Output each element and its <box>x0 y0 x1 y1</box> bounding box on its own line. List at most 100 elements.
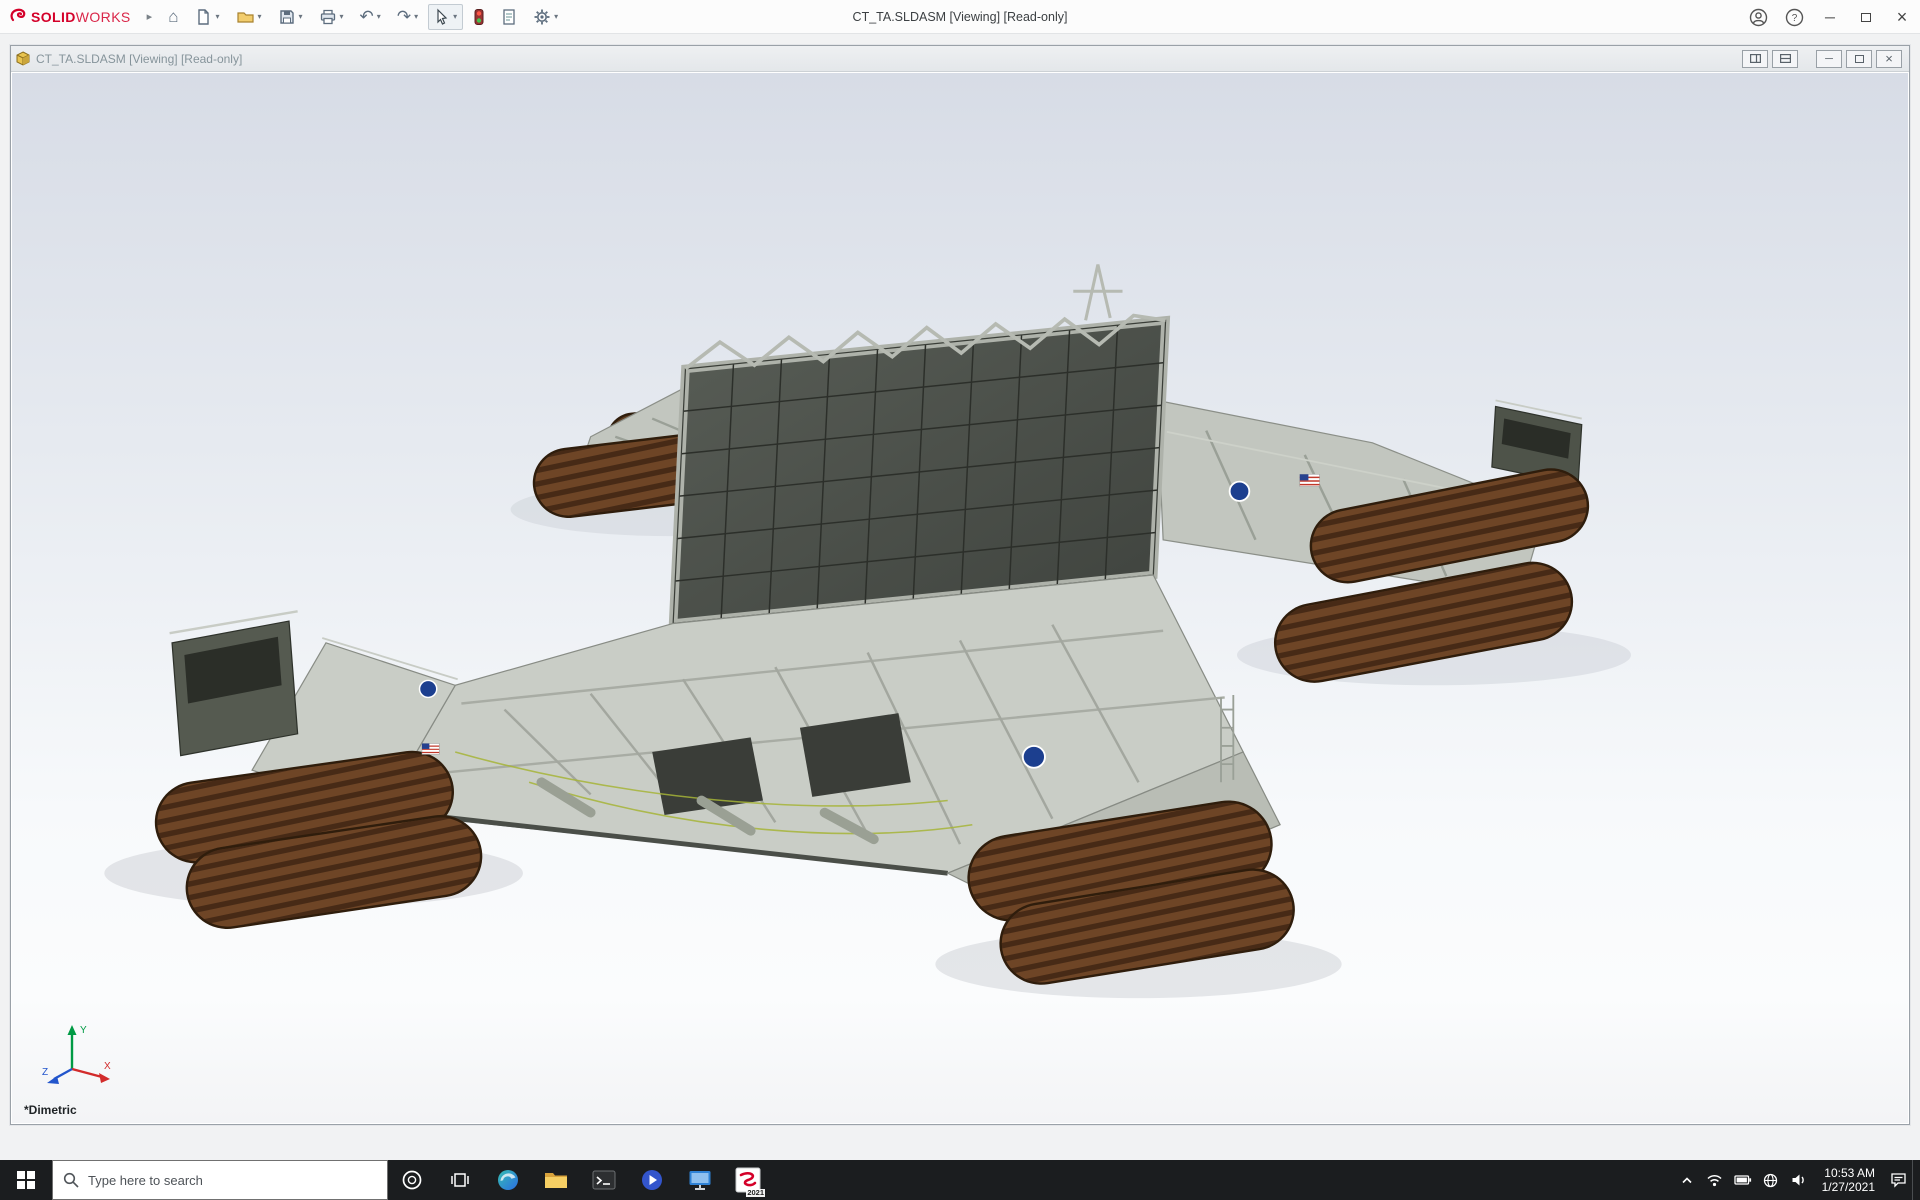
document-titlebar[interactable]: CT_TA.SLDASM [Viewing] [Read-only] ─ × <box>11 46 1909 72</box>
minimize-button[interactable]: ─ <box>1812 0 1848 34</box>
redo-caret[interactable]: ▾ <box>414 12 418 21</box>
volume-button[interactable] <box>1785 1160 1813 1200</box>
battery-icon <box>1734 1174 1752 1186</box>
doc-close-button[interactable]: × <box>1876 50 1902 68</box>
user-account-icon <box>1749 8 1768 27</box>
clock-time: 10:53 AM <box>1824 1166 1875 1180</box>
model-front-middle-tracks <box>1012 844 1253 943</box>
maximize-button[interactable] <box>1848 0 1884 34</box>
chevron-up-icon <box>1680 1174 1694 1186</box>
brand-name: SOLIDWORKS <box>31 9 131 25</box>
minimize-icon: ─ <box>1825 9 1835 25</box>
new-document-button[interactable]: ▾ <box>188 4 225 30</box>
svg-text:?: ? <box>1791 13 1797 24</box>
doc-restore-button[interactable] <box>1846 50 1872 68</box>
brand-bold: SOLID <box>31 9 76 25</box>
select-tool-caret[interactable]: ▾ <box>453 12 457 21</box>
monitor-app-button[interactable] <box>676 1160 724 1200</box>
home-icon: ⌂ <box>168 8 178 25</box>
file-explorer-button[interactable] <box>532 1160 580 1200</box>
language-button[interactable] <box>1757 1160 1785 1200</box>
help-icon: ? <box>1785 8 1804 27</box>
edge-button[interactable] <box>484 1160 532 1200</box>
terminal-button[interactable] <box>580 1160 628 1200</box>
app-titlebar: SOLIDWORKS ▸ ⌂ ▾ ▾ ▾ ▾ ↶ ▾ ↷ ▾ <box>0 0 1920 34</box>
model-front-left-tracks <box>197 792 441 888</box>
solidworks-version-badge: 2021 <box>746 1189 765 1197</box>
help-button[interactable]: ? <box>1776 0 1812 34</box>
action-center-button[interactable] <box>1884 1160 1912 1200</box>
rebuild-stoplight-icon <box>473 8 485 26</box>
assembly-cube-icon <box>15 51 31 67</box>
print-icon <box>319 8 337 26</box>
search-input[interactable] <box>88 1173 348 1188</box>
cortana-button[interactable] <box>388 1160 436 1200</box>
rebuild-button[interactable] <box>467 4 491 30</box>
document-window: CT_TA.SLDASM [Viewing] [Read-only] ─ × <box>10 45 1910 1125</box>
save-icon <box>278 8 296 26</box>
orientation-triad: Y X Z <box>40 1017 118 1089</box>
preview-pane-icon <box>1750 54 1761 63</box>
close-button[interactable]: × <box>1884 0 1920 34</box>
print-button[interactable]: ▾ <box>313 4 350 30</box>
details-pane-icon <box>1780 54 1791 63</box>
windows-logo-icon <box>17 1171 35 1189</box>
taskbar-search[interactable] <box>52 1160 388 1200</box>
solidworks-logo: SOLIDWORKS <box>0 8 139 25</box>
media-app-button[interactable] <box>628 1160 676 1200</box>
doc-minimize-icon: ─ <box>1825 53 1833 65</box>
hidden-icons-button[interactable] <box>1673 1160 1701 1200</box>
triad-z-label: Z <box>42 1067 48 1078</box>
triad-x-label: X <box>104 1061 111 1072</box>
show-desktop-button[interactable] <box>1912 1160 1920 1200</box>
details-pane-button[interactable] <box>1772 50 1798 68</box>
task-view-icon <box>450 1171 470 1189</box>
undo-button[interactable]: ↶ ▾ <box>354 4 387 30</box>
battery-button[interactable] <box>1729 1160 1757 1200</box>
file-properties-button[interactable] <box>495 4 523 30</box>
open-caret[interactable]: ▾ <box>258 12 262 21</box>
network-button[interactable] <box>1701 1160 1729 1200</box>
new-document-caret[interactable]: ▾ <box>215 12 219 21</box>
start-button[interactable] <box>0 1160 52 1200</box>
action-center-icon <box>1890 1172 1907 1188</box>
select-cursor-icon <box>434 8 450 26</box>
media-app-icon <box>640 1168 664 1192</box>
taskbar-clock[interactable]: 10:53 AM 1/27/2021 <box>1813 1160 1884 1200</box>
file-properties-icon <box>501 8 517 26</box>
maximize-icon <box>1861 13 1871 22</box>
doc-restore-icon <box>1855 55 1864 63</box>
triad-y-label: Y <box>80 1025 87 1036</box>
redo-icon: ↷ <box>397 8 411 25</box>
save-button[interactable]: ▾ <box>272 4 309 30</box>
preview-pane-button[interactable] <box>1742 50 1768 68</box>
task-view-button[interactable] <box>436 1160 484 1200</box>
options-button[interactable]: ▾ <box>527 4 564 30</box>
undo-caret[interactable]: ▾ <box>377 12 381 21</box>
select-tool-button[interactable]: ▾ <box>428 4 463 30</box>
doc-minimize-button[interactable]: ─ <box>1816 50 1842 68</box>
undo-icon: ↶ <box>360 8 374 25</box>
doc-close-icon: × <box>1885 51 1893 66</box>
open-folder-icon <box>236 8 255 26</box>
graphics-viewport[interactable]: Y X Z *Dimetric <box>12 73 1908 1123</box>
home-button[interactable]: ⌂ <box>162 4 184 30</box>
app-title: CT_TA.SLDASM [Viewing] [Read-only] <box>853 10 1068 24</box>
menu-expand-arrow-icon[interactable]: ▸ <box>139 10 161 23</box>
dassault-3ds-icon <box>10 8 27 25</box>
solidworks-app-button[interactable]: 2021 <box>724 1160 772 1200</box>
options-caret[interactable]: ▾ <box>554 12 558 21</box>
windows-taskbar: 2021 10:53 AM <box>0 1160 1920 1200</box>
print-caret[interactable]: ▾ <box>340 12 344 21</box>
account-button[interactable] <box>1740 0 1776 34</box>
globe-icon <box>1763 1173 1778 1188</box>
redo-button[interactable]: ↷ ▾ <box>391 4 424 30</box>
new-document-icon <box>194 8 212 26</box>
save-caret[interactable]: ▾ <box>299 12 303 21</box>
crawler-transporter-model <box>12 73 1908 1123</box>
open-button[interactable]: ▾ <box>230 4 268 30</box>
search-icon <box>63 1172 79 1188</box>
file-explorer-icon <box>544 1170 568 1190</box>
clock-date: 1/27/2021 <box>1822 1180 1875 1194</box>
cortana-icon <box>401 1169 423 1191</box>
